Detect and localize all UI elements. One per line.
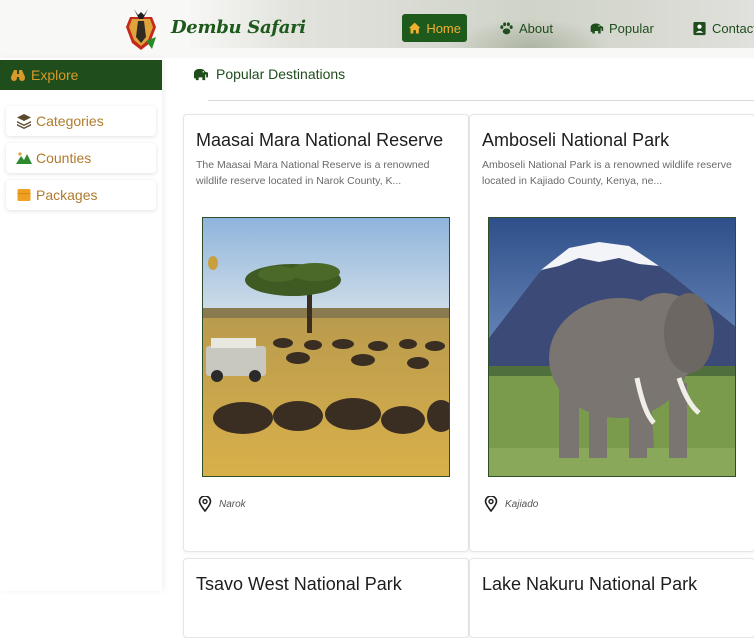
contact-icon — [693, 21, 706, 35]
sidebar-item-label: Categories — [36, 113, 104, 129]
top-navbar: Dembu Safari Home About Popular Contact — [0, 0, 754, 58]
elephant-photo — [489, 218, 735, 476]
section-title-label: Popular Destinations — [216, 66, 346, 82]
card-title[interactable]: Lake Nakuru National Park — [482, 574, 697, 595]
destination-card[interactable]: Amboseli National Park Amboseli National… — [469, 114, 754, 552]
mountain-icon — [16, 152, 32, 164]
sidebar-item-label: Packages — [36, 187, 98, 203]
brand-name[interactable]: Dembu Safari — [171, 17, 306, 38]
card-location: Kajiado — [484, 496, 538, 512]
nav-home[interactable]: Home — [402, 14, 467, 42]
savanna-photo — [203, 218, 449, 476]
package-icon — [17, 189, 31, 201]
section-title: Popular Destinations — [192, 66, 345, 82]
card-image-maasai-mara[interactable] — [202, 217, 450, 477]
card-location-label: Kajiado — [505, 498, 539, 510]
layers-icon — [17, 114, 31, 129]
card-image-amboseli[interactable] — [488, 217, 736, 477]
section-divider — [208, 100, 754, 101]
binoculars-icon — [11, 70, 25, 81]
nav-popular-label: Popular — [609, 20, 654, 36]
sidebar-header-explore[interactable]: Explore — [0, 60, 162, 90]
nav-about[interactable]: About — [493, 14, 559, 42]
card-title[interactable]: Tsavo West National Park — [196, 574, 402, 595]
card-title[interactable]: Maasai Mara National Reserve — [196, 130, 443, 151]
nav-contact-label: Contact — [712, 20, 754, 36]
sidebar-item-packages[interactable]: Packages — [6, 180, 156, 210]
nav-home-label: Home — [426, 20, 461, 36]
destination-card[interactable]: Lake Nakuru National Park — [469, 558, 754, 638]
card-location-label: Narok — [219, 498, 246, 510]
home-icon — [408, 22, 421, 33]
sidebar-item-categories[interactable]: Categories — [6, 106, 156, 136]
card-description: Amboseli National Park is a renowned wil… — [482, 159, 732, 187]
card-title[interactable]: Amboseli National Park — [482, 130, 669, 151]
map-pin-icon — [198, 496, 212, 512]
card-description: The Maasai Mara National Reserve is a re… — [196, 159, 430, 187]
sidebar-header-label: Explore — [31, 67, 79, 83]
paw-icon — [500, 21, 513, 34]
sidebar-item-counties[interactable]: Counties — [6, 143, 156, 173]
destination-card[interactable]: Maasai Mara National Reserve The Maasai … — [183, 114, 469, 552]
map-pin-icon — [484, 496, 498, 512]
destination-card[interactable]: Tsavo West National Park — [183, 558, 469, 638]
sidebar-item-label: Counties — [36, 150, 92, 166]
nav-popular[interactable]: Popular — [583, 14, 660, 42]
elephant-icon — [193, 68, 208, 80]
nav-about-label: About — [519, 20, 553, 36]
card-location: Narok — [198, 496, 246, 512]
brand-logo[interactable] — [122, 7, 160, 51]
nav-contact[interactable]: Contact — [686, 14, 754, 42]
sidebar: Explore Categories Counties Packages — [0, 58, 162, 591]
elephant-icon — [590, 23, 604, 33]
